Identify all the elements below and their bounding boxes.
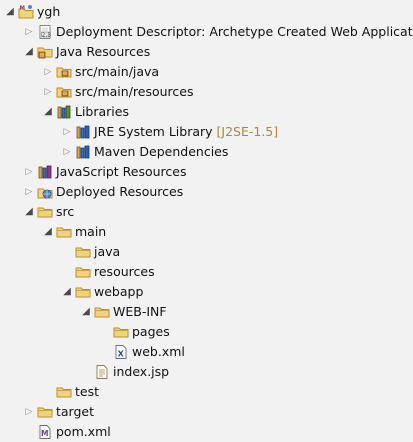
tree-row-javascript-resources[interactable]: ▷ JavaScript Resources: [0, 162, 413, 182]
tree-row-deployment-descriptor-archetype-created-web-application[interactable]: ▷ 2.3 Deployment Descriptor: Archetype Cre…: [0, 22, 413, 42]
tree-item-label: pom.xml: [56, 424, 111, 439]
tree-item-label: WEB-INF: [113, 304, 167, 319]
expand-arrow-icon[interactable]: ▷: [23, 402, 35, 422]
collapse-arrow-icon[interactable]: ◢: [23, 42, 35, 62]
expand-arrow-icon[interactable]: ▷: [42, 62, 54, 82]
tree-row-java[interactable]: java: [0, 242, 413, 262]
libraries-icon: [56, 104, 72, 120]
expand-arrow-icon[interactable]: ▷: [42, 82, 54, 102]
tree-row-deployed-resources[interactable]: ▷ Deployed Resources: [0, 182, 413, 202]
jsp-file-icon: [94, 364, 110, 380]
tree-item-label: webapp: [94, 284, 144, 299]
tree-row-main[interactable]: ◢ main: [0, 222, 413, 242]
tree-item-label: JavaScript Resources: [56, 164, 187, 179]
folder-icon: [37, 404, 53, 420]
tree-item-label: Deployed Resources: [56, 184, 184, 199]
collapse-arrow-icon[interactable]: ◢: [80, 302, 92, 322]
tree-row-index-jsp[interactable]: index.jsp: [0, 362, 413, 382]
tree-row-web-xml[interactable]: Xweb.xml: [0, 342, 413, 362]
tree-row-pages[interactable]: pages: [0, 322, 413, 342]
tree-item-label: test: [75, 384, 100, 399]
svg-text:X: X: [118, 350, 125, 359]
library-icon: [75, 144, 91, 160]
expand-arrow-icon[interactable]: ▷: [61, 142, 73, 162]
tree-item-label: index.jsp: [113, 364, 170, 379]
collapse-arrow-icon[interactable]: ◢: [4, 2, 16, 22]
folder-icon: [37, 204, 53, 220]
tree-row-java-resources[interactable]: ◢ Java Resources: [0, 42, 413, 62]
tree-item-label: web.xml: [132, 344, 185, 359]
svg-text:M: M: [41, 429, 48, 438]
tree-row-pom-xml[interactable]: Mpom.xml: [0, 422, 413, 442]
tree-item-label: src/main/java: [75, 64, 160, 79]
tree-row-src[interactable]: ◢ src: [0, 202, 413, 222]
tree-row-webapp[interactable]: ◢ webapp: [0, 282, 413, 302]
expand-arrow-icon[interactable]: ▷: [61, 122, 73, 142]
source-folder-icon: [56, 64, 72, 80]
library-icon: [75, 124, 91, 140]
collapse-arrow-icon[interactable]: ◢: [23, 202, 35, 222]
source-folder-icon: [56, 84, 72, 100]
tree-item-label: ygh: [37, 4, 61, 19]
library-version-decoration: [J2SE-1.5]: [212, 124, 279, 139]
expand-arrow-icon[interactable]: ▷: [23, 22, 35, 42]
xml-file-icon: X: [113, 344, 129, 360]
folder-icon: [75, 264, 91, 280]
deployed-resources-icon: [37, 184, 53, 200]
tree-item-label: Deployment Descriptor: Archetype Created…: [56, 24, 413, 39]
tree-row-libraries[interactable]: ◢ Libraries: [0, 102, 413, 122]
javascript-resources-icon: [37, 164, 53, 180]
expand-arrow-icon[interactable]: ▷: [23, 182, 35, 202]
tree-row-src-main-java[interactable]: ▷ src/main/java: [0, 62, 413, 82]
tree-row-test[interactable]: test: [0, 382, 413, 402]
folder-icon: [75, 284, 91, 300]
collapse-arrow-icon[interactable]: ◢: [42, 102, 54, 122]
tree-item-label: src: [56, 204, 75, 219]
java-resources-icon: [37, 44, 53, 60]
tree-row-src-main-resources[interactable]: ▷ src/main/resources: [0, 82, 413, 102]
folder-icon: [56, 224, 72, 240]
project-explorer-tree: ◢ Mygh ▷ 2.3 Deployment Descriptor: Archetyp…: [0, 0, 413, 441]
folder-icon: [56, 384, 72, 400]
tree-item-label: resources: [94, 264, 155, 279]
svg-text:2.3: 2.3: [42, 32, 51, 38]
maven-project-icon: M: [18, 4, 34, 20]
tree-item-label: pages: [132, 324, 170, 339]
tree-row-resources[interactable]: resources: [0, 262, 413, 282]
tree-row-jre-system-library[interactable]: ▷ JRE System Library [J2SE-1.5]: [0, 122, 413, 142]
tree-row-web-inf[interactable]: ◢ WEB-INF: [0, 302, 413, 322]
tree-item-label: target: [56, 404, 95, 419]
collapse-arrow-icon[interactable]: ◢: [61, 282, 73, 302]
tree-item-label: JRE System Library [J2SE-1.5]: [94, 124, 279, 139]
tree-item-label: Maven Dependencies: [94, 144, 229, 159]
tree-item-label: Libraries: [75, 104, 129, 119]
expand-arrow-icon[interactable]: ▷: [23, 162, 35, 182]
tree-row-target[interactable]: ▷ target: [0, 402, 413, 422]
tree-row-maven-dependencies[interactable]: ▷ Maven Dependencies: [0, 142, 413, 162]
folder-icon: [113, 324, 129, 340]
deployment-descriptor-icon: 2.3: [37, 24, 53, 40]
collapse-arrow-icon[interactable]: ◢: [42, 222, 54, 242]
tree-item-label: java: [94, 244, 121, 259]
tree-row-ygh[interactable]: ◢ Mygh: [0, 2, 413, 22]
svg-text:M: M: [20, 6, 25, 12]
tree-item-label: Java Resources: [56, 44, 151, 59]
folder-icon: [94, 304, 110, 320]
tree-item-label: src/main/resources: [75, 84, 194, 99]
pom-file-icon: M: [37, 424, 53, 440]
folder-icon: [75, 244, 91, 260]
tree-item-label: main: [75, 224, 107, 239]
